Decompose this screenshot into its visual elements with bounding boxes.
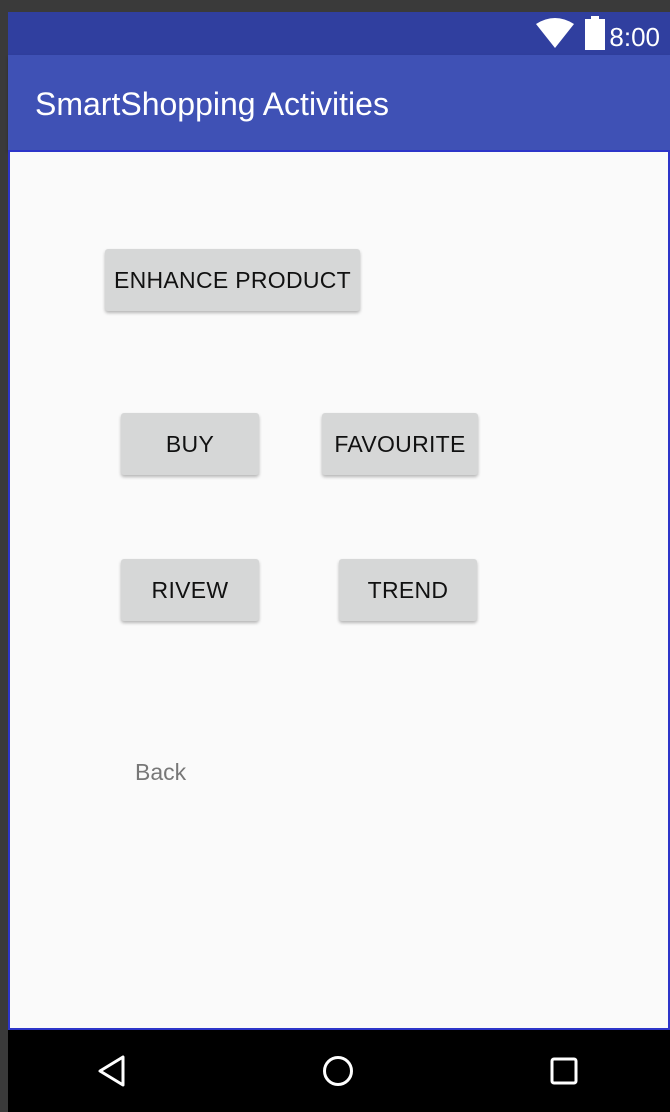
device-frame-left bbox=[0, 0, 8, 1112]
device-frame-top bbox=[0, 0, 670, 12]
buy-button[interactable]: BUY bbox=[121, 413, 259, 475]
favourite-button[interactable]: FAVOURITE bbox=[322, 413, 478, 475]
trend-button[interactable]: TREND bbox=[339, 559, 477, 621]
wifi-icon bbox=[536, 18, 574, 48]
main-content: ENHANCE PRODUCT BUY FAVOURITE RIVEW TREN… bbox=[8, 150, 670, 1030]
back-link[interactable]: Back bbox=[135, 758, 186, 786]
status-bar: 8:00 bbox=[8, 12, 670, 55]
status-time: 8:00 bbox=[609, 22, 660, 52]
app-title: SmartShopping Activities bbox=[35, 86, 389, 122]
circle-home-icon[interactable] bbox=[318, 1051, 358, 1091]
review-button[interactable]: RIVEW bbox=[121, 559, 259, 621]
square-recents-icon[interactable] bbox=[544, 1051, 584, 1091]
navigation-bar bbox=[8, 1030, 670, 1112]
triangle-back-icon[interactable] bbox=[94, 1051, 134, 1091]
device-screen: 8:00 SmartShopping Activities ENHANCE PR… bbox=[0, 0, 670, 1112]
battery-icon bbox=[585, 16, 605, 50]
enhance-product-button[interactable]: ENHANCE PRODUCT bbox=[105, 249, 360, 311]
app-bar: SmartShopping Activities bbox=[8, 55, 670, 150]
